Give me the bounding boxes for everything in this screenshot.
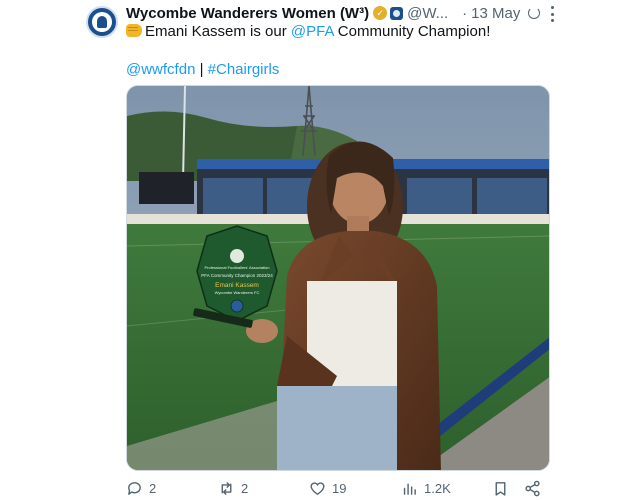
hashtag-link[interactable]: #Chairgirls (208, 61, 280, 78)
award-line2: PFA Community Champion 2023/24 (201, 273, 273, 278)
affiliate-badge-icon[interactable] (390, 6, 404, 20)
display-name[interactable]: Wycombe Wanderers Women (W³) (126, 5, 369, 22)
views-count: 1.2K (424, 480, 451, 496)
club-crest-icon (92, 12, 112, 32)
like-icon (310, 481, 325, 495)
account-mention-link[interactable]: @wwfcfdn (126, 61, 195, 78)
text-suffix: Community Champion! (333, 23, 491, 40)
tag-separator: | (195, 61, 208, 78)
repost-count: 2 (241, 480, 249, 496)
tweet[interactable]: Wycombe Wanderers Women (W³) ✓ @W... · 1… (0, 0, 636, 500)
edit-icon[interactable] (528, 7, 541, 19)
award-club: Wycombe Wanderers FC (215, 290, 260, 295)
share-icon (525, 480, 540, 496)
handle[interactable]: @W... (407, 5, 448, 22)
separator-dot: · (462, 4, 468, 22)
reply-button[interactable]: 2 (126, 478, 156, 498)
tweet-actions: 2 2 19 1.2K (126, 478, 550, 498)
photo-illustration: Professional Footballers' Association PF… (127, 86, 549, 470)
bookmark-icon (495, 481, 506, 496)
fist-emoji-icon (126, 24, 142, 37)
like-count: 19 (332, 480, 347, 496)
timestamp[interactable]: 13 May (471, 5, 520, 22)
award-line1: Professional Footballers' Association (204, 265, 269, 270)
views-icon (403, 483, 416, 495)
bookmark-button[interactable] (492, 478, 509, 498)
views-button[interactable]: 1.2K (401, 478, 451, 498)
award-name: Emani Kassem (215, 282, 259, 289)
reply-icon (128, 481, 141, 495)
like-button[interactable]: 19 (309, 478, 346, 498)
repost-button[interactable]: 2 (218, 478, 248, 498)
more-icon[interactable] (550, 6, 554, 22)
repost-icon (221, 481, 232, 495)
tweet-header: Wycombe Wanderers Women (W³) ✓ @W... · 1… (126, 3, 566, 23)
tweet-photo[interactable]: Professional Footballers' Association PF… (126, 85, 550, 471)
tweet-tags: @wwfcfdn | #Chairgirls (126, 60, 279, 80)
share-button[interactable] (524, 478, 541, 498)
mention-link[interactable]: @PFA (291, 23, 334, 40)
tweet-text: Emani Kassem is our @PFA Community Champ… (126, 22, 490, 42)
verified-badge-icon: ✓ (373, 6, 388, 20)
text-prefix: Emani Kassem is our (145, 23, 291, 40)
reply-count: 2 (149, 480, 157, 496)
avatar[interactable] (86, 6, 118, 38)
